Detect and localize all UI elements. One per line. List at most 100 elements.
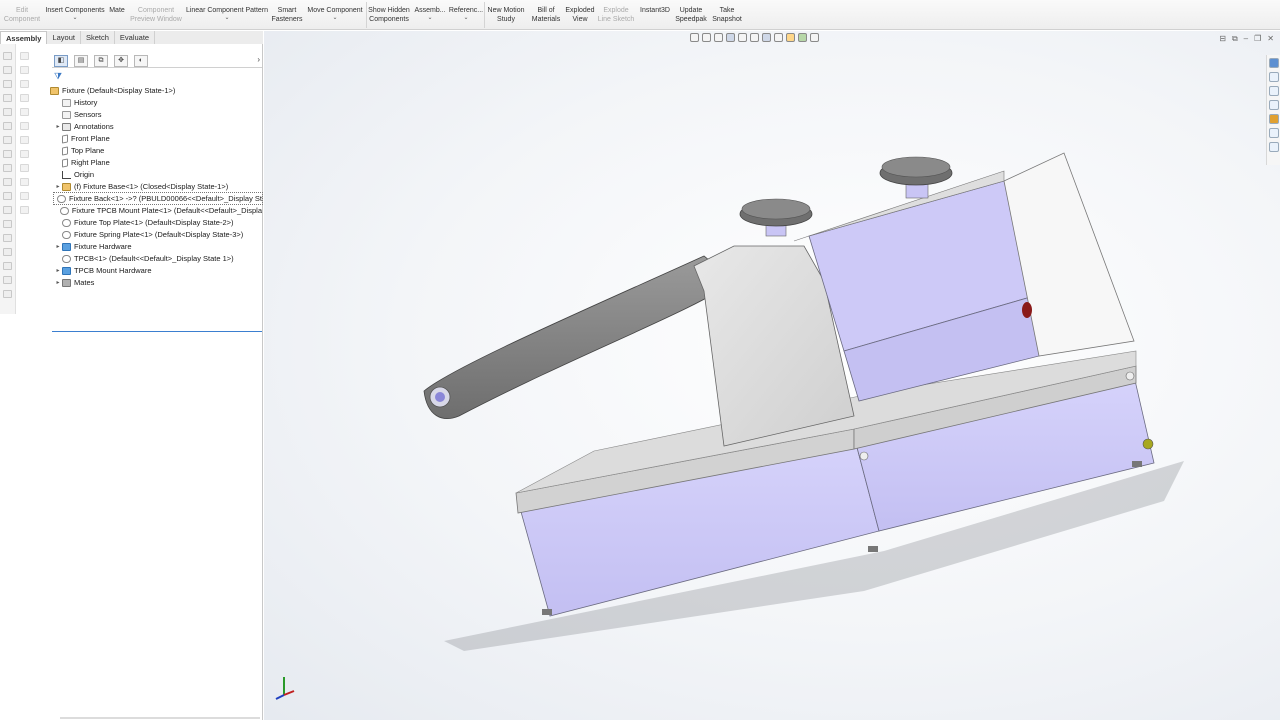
take-snapshot-button[interactable]: Take Snapshot [709,0,745,30]
assembly-3d-model[interactable] [264,31,1280,720]
dimxpert-manager-icon[interactable]: ✥ [114,55,128,67]
toolbar-icon[interactable] [20,164,29,172]
bill-of-materials-button[interactable]: Bill of Materials [529,0,563,30]
chevron-down-icon[interactable]: ⌄ [427,15,432,21]
show-hidden-components-button[interactable]: Show Hidden Components [367,0,411,30]
tree-item-tpcb[interactable]: TPCB<1> (Default<<Default>_Display State… [54,253,234,264]
reference-geometry-button[interactable]: Referenc... ⌄ [448,0,484,30]
horizontal-scrollbar[interactable] [60,717,260,719]
folder-icon [62,242,71,251]
smart-fasteners-button[interactable]: Smart Fasteners [270,0,304,30]
expand-arrow-icon[interactable]: ▸ [54,183,62,190]
toolbar-icon[interactable] [3,290,12,298]
chevron-down-icon[interactable]: ⌄ [463,15,468,21]
toolbar-icon[interactable] [3,220,12,228]
new-motion-study-button[interactable]: New Motion Study [485,0,527,30]
expand-arrow-icon[interactable]: ▸ [54,123,62,130]
tree-item-tpcb-mount-plate[interactable]: Fixture TPCB Mount Plate<1> (Default<<De… [54,205,262,216]
toolbar-icon[interactable] [20,206,29,214]
tree-item-mates[interactable]: ▸ Mates [54,277,94,288]
component-preview-window-button[interactable]: Component Preview Window [128,0,184,30]
tree-root-assembly[interactable]: Fixture (Default<Display State-1>) [50,85,175,96]
feature-manager-tree-icon[interactable]: ◧ [54,55,68,67]
toolbar-icon[interactable] [20,108,29,116]
ribbon-label: Take Snapshot [712,7,742,23]
toolbar-icon[interactable] [3,94,12,102]
toolbar-icon[interactable] [3,192,12,200]
toolbar-icon[interactable] [3,276,12,284]
tab-evaluate[interactable]: Evaluate [115,31,156,44]
tree-item-origin[interactable]: Origin [54,169,94,180]
tab-layout[interactable]: Layout [47,31,81,44]
tree-item-front-plane[interactable]: Front Plane [54,133,110,144]
foot [868,546,878,552]
tree-item-label: Annotations [74,122,114,131]
expand-arrow-icon[interactable]: ▸ [54,279,62,286]
tree-item-tpcb-mount-hardware[interactable]: ▸ TPCB Mount Hardware [54,265,151,276]
chevron-down-icon[interactable]: ⌄ [72,15,77,21]
tree-item-right-plane[interactable]: Right Plane [54,157,110,168]
tab-sketch[interactable]: Sketch [81,31,115,44]
move-component-button[interactable]: Move Component ⌄ [305,0,365,30]
chevron-down-icon[interactable]: ⌄ [224,15,229,21]
explode-line-sketch-button[interactable]: Explode Line Sketch [597,0,635,30]
tab-assembly[interactable]: Assembly [0,31,48,44]
toolbar-icon[interactable] [3,150,12,158]
property-manager-icon[interactable]: ▤ [74,55,88,67]
tree-item-sensors[interactable]: Sensors [54,109,102,120]
tree-item-fixture-base[interactable]: ▸ (f) Fixture Base<1> (Closed<Display St… [54,181,228,192]
toolbar-icon[interactable] [3,234,12,242]
configuration-manager-icon[interactable]: ⧉ [94,55,108,67]
tree-item-label: Top Plane [71,146,105,155]
instant3d-button[interactable]: Instant3D [637,0,673,30]
toolbar-icon[interactable] [3,108,12,116]
toolbar-icon[interactable] [20,94,29,102]
chevron-right-icon[interactable]: › [257,55,260,64]
tree-item-fixture-back[interactable]: Fixture Back<1> ->? (PBULD00066<<Default… [53,192,263,205]
tree-item-top-plane[interactable]: Top Plane [54,145,104,156]
toolbar-icon[interactable] [20,150,29,158]
expand-arrow-icon[interactable]: ▸ [54,267,62,274]
toolbar-icon[interactable] [3,178,12,186]
toolbar-icon[interactable] [3,164,12,172]
toolbar-icon[interactable] [3,122,12,130]
toolbar-icon[interactable] [3,262,12,270]
toolbar-icon[interactable] [3,80,12,88]
clamp-knob-left [739,198,813,237]
tree-item-history[interactable]: History [54,97,97,108]
snapshot-icon [721,0,733,5]
toolbar-icon[interactable] [20,136,29,144]
toolbar-icon[interactable] [20,192,29,200]
toolbar-icon[interactable] [20,122,29,130]
toolbar-icon[interactable] [3,66,12,74]
tree-item-fixture-spring-plate[interactable]: Fixture Spring Plate<1> (Default<Display… [54,229,243,240]
exploded-view-button[interactable]: Exploded View [564,0,596,30]
graphics-area[interactable]: ⊟ ⧉ – ❐ ✕ [264,31,1280,720]
chevron-down-icon[interactable]: ⌄ [332,15,337,21]
tree-item-fixture-hardware[interactable]: ▸ Fixture Hardware [54,241,131,252]
toolbar-icon[interactable] [3,136,12,144]
toolbar-icon[interactable] [3,52,12,60]
update-speedpak-button[interactable]: Update Speedpak [674,0,708,30]
toolbar-icon[interactable] [20,80,29,88]
linear-component-pattern-button[interactable]: Linear Component Pattern ⌄ [185,0,269,30]
display-manager-icon[interactable]: ◐ [134,55,148,67]
insert-components-button[interactable]: Insert Components ⌄ [44,0,106,30]
edit-component-button[interactable]: Edit Component [2,0,42,30]
toolbar-icon[interactable] [3,206,12,214]
rollback-bar[interactable] [52,331,262,332]
ribbon-label: Move Component [307,7,363,14]
toolbar-icon[interactable] [20,178,29,186]
mate-button[interactable]: Mate [106,0,128,30]
tree-item-fixture-top-plate[interactable]: Fixture Top Plate<1> (Default<Display St… [54,217,234,228]
tree-item-annotations[interactable]: ▸ Annotations [54,121,114,132]
ribbon-label: Insert Components [45,7,105,14]
expand-arrow-icon[interactable]: ▸ [54,243,62,250]
assembly-features-button[interactable]: Assemb... ⌄ [413,0,447,30]
move-component-icon [329,0,341,5]
toolbar-icon[interactable] [20,52,29,60]
toolbar-icon[interactable] [3,248,12,256]
ribbon-label: Referenc... [448,7,484,14]
filter-icon[interactable]: ⧩ [54,71,62,82]
toolbar-icon[interactable] [20,66,29,74]
